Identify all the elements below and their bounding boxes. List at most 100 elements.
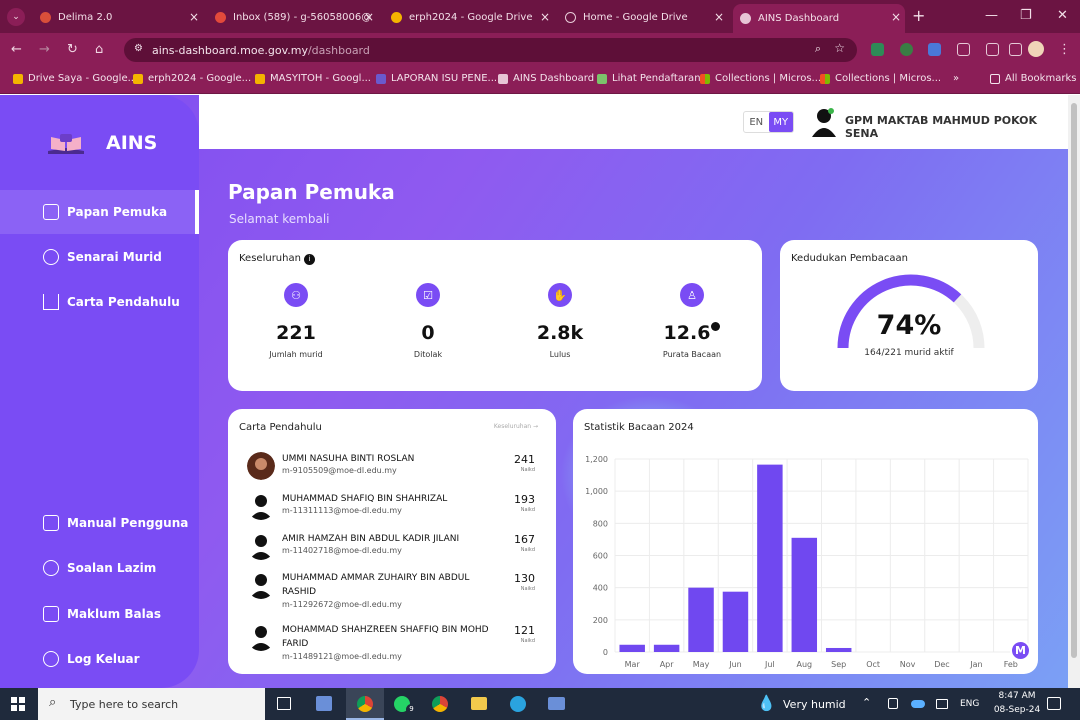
floating-m-badge[interactable]: M	[1010, 640, 1031, 661]
lang-my-button[interactable]: MY	[768, 112, 793, 132]
reload-icon[interactable]: ↻	[67, 42, 78, 57]
windows-start-icon[interactable]	[11, 697, 25, 711]
bar-may	[688, 587, 714, 652]
browser-tab[interactable]: Delima 2.0 ×	[33, 4, 203, 30]
sidebar-item-log-keluar[interactable]: Log Keluar	[0, 637, 199, 681]
ains-favicon-icon	[740, 13, 751, 24]
lang-en-button[interactable]: EN	[744, 112, 769, 132]
language-toggle[interactable]: EN MY	[743, 111, 794, 133]
bookmark-item[interactable]: Collections | Micros...	[820, 73, 941, 84]
bookmark-item[interactable]: MASYITOH - Googl...	[255, 73, 371, 84]
google-drive-icon	[133, 73, 143, 84]
network-icon[interactable]	[936, 699, 948, 709]
onedrive-icon[interactable]	[911, 700, 925, 708]
bookmarks-bar: Drive Saya - Google... erph2024 - Google…	[0, 67, 1080, 94]
app-icon[interactable]	[548, 697, 565, 710]
telegram-icon[interactable]	[510, 696, 526, 712]
close-icon[interactable]: ×	[364, 10, 374, 24]
browser-tab-active[interactable]: AINS Dashboard ×	[733, 4, 905, 33]
tab-favicon-icon	[40, 11, 51, 23]
window-close-icon[interactable]: ✕	[1057, 8, 1068, 23]
back-icon[interactable]: ←	[11, 42, 22, 57]
sidebar-item-manual-pengguna[interactable]: Manual Pengguna	[0, 501, 199, 545]
info-icon[interactable]: i	[304, 254, 316, 265]
leaderboard-row[interactable]: UMMI NASUHA BINTI ROSLAN m-9105509@moe-dl…	[247, 452, 542, 492]
chrome-icon[interactable]	[346, 688, 384, 720]
shield-extension-icon[interactable]	[900, 43, 913, 56]
leaderboard-view-all-link[interactable]: Keseluruhan →	[494, 423, 538, 430]
student-avatar-icon	[247, 571, 275, 599]
address-bar[interactable]: ⚙ ains-dashboard.moe.gov.my/dashboard ⌕ …	[124, 38, 857, 62]
sidebar-item-soalan-lazim[interactable]: Soalan Lazim	[0, 546, 199, 590]
close-icon[interactable]: ×	[714, 10, 724, 24]
language-indicator[interactable]: ENG	[960, 699, 979, 709]
translate-icon[interactable]	[928, 43, 941, 56]
x-tick-label: Apr	[660, 660, 675, 669]
restore-icon[interactable]: ❐	[1020, 8, 1032, 23]
leaderboard-row[interactable]: MUHAMMAD AMMAR ZUHAIRY BIN ABDUL RASHID m…	[247, 571, 542, 611]
zoom-icon[interactable]: ⌕	[815, 42, 821, 56]
minimize-icon[interactable]: —	[985, 8, 998, 23]
weather-text[interactable]: Very humid	[783, 698, 846, 711]
new-tab-icon[interactable]: +	[912, 6, 925, 25]
bookmark-item[interactable]: Lihat Pendaftaran	[597, 73, 701, 84]
tray-icon[interactable]	[888, 698, 898, 709]
close-icon[interactable]: ×	[891, 10, 901, 24]
close-icon[interactable]: ×	[540, 10, 550, 24]
stat-total-students: ⚇ 221 Jumlah murid	[241, 283, 351, 359]
bookmark-item[interactable]: erph2024 - Google...	[133, 73, 251, 84]
x-tick-label: Sep	[831, 660, 846, 669]
chrome-icon[interactable]	[432, 696, 448, 712]
page-title: Papan Pemuka	[228, 180, 395, 204]
bookmark-star-icon[interactable]: ☆	[834, 41, 845, 55]
puzzle-icon[interactable]	[986, 43, 999, 56]
browser-tab[interactable]: erph2024 - Google Drive ×	[384, 4, 554, 30]
stat-label: Ditolak	[413, 350, 443, 359]
forward-icon[interactable]: →	[39, 42, 50, 57]
extension-icon[interactable]	[871, 43, 884, 56]
leaderboard-row[interactable]: MUHAMMAD SHAFIQ BIN SHAHRIZAL m-11311113@…	[247, 492, 542, 532]
bookmark-item[interactable]: AINS Dashboard	[498, 73, 594, 84]
student-email: m-11292672@moe-dl.edu.my	[282, 600, 402, 609]
sidebar-item-senarai-murid[interactable]: Senarai Murid	[0, 235, 199, 279]
bookmark-item[interactable]: Drive Saya - Google...	[13, 73, 137, 84]
student-email: m-11311113@moe-dl.edu.my	[282, 506, 402, 515]
browser-tab[interactable]: Inbox (589) - g-56058006@ ×	[208, 4, 378, 30]
chevron-up-icon[interactable]: ⌃	[862, 696, 871, 709]
tab-search-button[interactable]: ⌄	[7, 8, 25, 26]
close-icon[interactable]: ×	[189, 10, 199, 24]
leaderboard-row[interactable]: AMIR HAMZAH BIN ABDUL KADIR JILANI m-1140…	[247, 532, 542, 572]
leaderboard-title: Carta Pendahulu	[239, 422, 322, 433]
task-view-icon[interactable]	[277, 697, 291, 710]
page-scrollbar[interactable]	[1068, 95, 1080, 688]
google-drive-icon	[13, 73, 23, 84]
sidebar-item-maklum-balas[interactable]: Maklum Balas	[0, 592, 199, 636]
user-avatar-icon[interactable]	[811, 107, 837, 137]
info-icon[interactable]	[711, 322, 721, 331]
check-square-icon: ☑	[416, 283, 440, 307]
globe-icon	[565, 11, 576, 23]
profile-avatar[interactable]	[1028, 41, 1044, 57]
reading-list-icon[interactable]	[957, 43, 970, 56]
google-drive-icon	[255, 73, 265, 84]
site-info-icon[interactable]: ⚙	[134, 43, 143, 54]
all-bookmarks[interactable]: All Bookmarks	[990, 73, 1076, 84]
sidebar-item-label: Manual Pengguna	[67, 516, 189, 530]
sidebar-item-carta-pendahulu[interactable]: Carta Pendahulu	[0, 280, 199, 324]
home-icon[interactable]: ⌂	[95, 42, 103, 57]
notifications-icon[interactable]	[1047, 697, 1061, 710]
side-panel-icon[interactable]	[1009, 43, 1022, 56]
browser-tab[interactable]: Home - Google Drive ×	[558, 4, 728, 30]
bookmarks-overflow-icon[interactable]: »	[953, 73, 959, 84]
clock-time[interactable]: 8:47 AM	[992, 691, 1042, 701]
file-explorer-icon[interactable]	[471, 697, 487, 710]
app-icon[interactable]	[316, 696, 332, 711]
sidebar-item-papan-pemuka[interactable]: Papan Pemuka	[0, 190, 199, 234]
bookmark-item[interactable]: LAPORAN ISU PENE...	[376, 73, 497, 84]
scrollbar-thumb[interactable]	[1071, 103, 1077, 658]
leaderboard-row[interactable]: MOHAMMAD SHAHZREEN SHAFFIQ BIN MOHD FARI…	[247, 623, 542, 663]
taskbar-search-box[interactable]: ⌕ Type here to search	[38, 688, 265, 720]
menu-kebab-icon[interactable]: ⋮	[1058, 42, 1071, 57]
clock-date[interactable]: 08-Sep-24	[990, 705, 1044, 715]
bookmark-item[interactable]: Collections | Micros...	[700, 73, 821, 84]
